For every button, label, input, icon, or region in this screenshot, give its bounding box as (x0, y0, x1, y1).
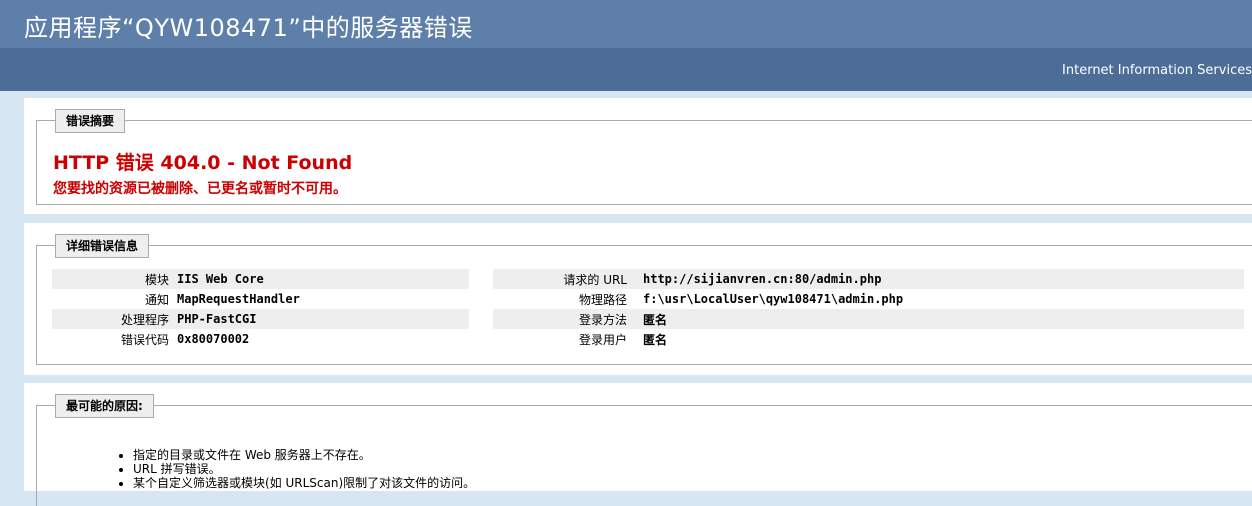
detail-value: http://sijianvren.cn:80/admin.php (635, 269, 1244, 289)
details-left-table: 模块 IIS Web Core 通知 MapRequestHandler 处理程… (52, 269, 469, 349)
detail-value: 0x80070002 (177, 332, 250, 346)
detail-value: 匿名 (635, 309, 1244, 329)
detail-label: 错误代码 (120, 332, 169, 347)
detail-row: 通知 MapRequestHandler (52, 289, 469, 309)
detail-label: 模块 (52, 269, 177, 289)
detail-row: 错误代码 0x80070002 (52, 329, 469, 349)
summary-fieldset: 错误摘要 HTTP 错误 404.0 - Not Found 您要找的资源已被删… (36, 109, 1252, 205)
detail-label: 通知 (144, 292, 169, 307)
detail-value: f:\usr\LocalUser\qyw108471\admin.php (643, 292, 904, 306)
detail-value: MapRequestHandler (177, 292, 300, 306)
detail-label: 登录用户 (578, 332, 627, 347)
error-description: 您要找的资源已被删除、已更名或暂时不可用。 (53, 181, 347, 197)
summary-legend: 错误摘要 (55, 109, 126, 133)
product-bar: Internet Information Services (0, 49, 1252, 91)
details-legend: 详细错误信息 (55, 234, 150, 258)
causes-legend: 最可能的原因: (55, 394, 154, 418)
detail-row: 请求的 URL http://sijianvren.cn:80/admin.ph… (493, 269, 1244, 289)
detail-row: 登录用户 匿名 (493, 329, 1244, 349)
product-name: Internet Information Services (1062, 63, 1252, 78)
list-item: 指定的目录或文件在 Web 服务器上不存在。 (133, 448, 475, 462)
list-item: 某个自定义筛选器或模块(如 URLScan)限制了对该文件的访问。 (133, 476, 475, 490)
detail-value: IIS Web Core (177, 269, 469, 289)
list-item: URL 拼写错误。 (133, 462, 475, 476)
detail-label: 物理路径 (578, 292, 627, 307)
causes-panel: 最可能的原因: 指定的目录或文件在 Web 服务器上不存在。 URL 拼写错误。… (24, 383, 1252, 506)
detail-value: 匿名 (643, 332, 668, 347)
detail-label: 请求的 URL (493, 269, 635, 289)
page-title: 应用程序“QYW108471”中的服务器错误 (24, 14, 473, 42)
details-fieldset: 详细错误信息 模块 IIS Web Core 通知 MapRequestHand… (36, 234, 1252, 365)
detail-row: 登录方法 匿名 (493, 309, 1244, 329)
detail-value: PHP-FastCGI (177, 309, 469, 329)
details-right-table: 请求的 URL http://sijianvren.cn:80/admin.ph… (493, 269, 1244, 349)
details-panel: 详细错误信息 模块 IIS Web Core 通知 MapRequestHand… (24, 223, 1252, 375)
detail-row: 物理路径 f:\usr\LocalUser\qyw108471\admin.ph… (493, 289, 1244, 309)
detail-row: 模块 IIS Web Core (52, 269, 469, 289)
detail-label: 登录方法 (493, 309, 635, 329)
causes-list: 指定的目录或文件在 Web 服务器上不存在。 URL 拼写错误。 某个自定义筛选… (117, 448, 475, 490)
title-bar: 应用程序“QYW108471”中的服务器错误 (0, 0, 1252, 49)
error-title: HTTP 错误 404.0 - Not Found (53, 152, 353, 174)
detail-row: 处理程序 PHP-FastCGI (52, 309, 469, 329)
detail-label: 处理程序 (52, 309, 177, 329)
summary-panel: 错误摘要 HTTP 错误 404.0 - Not Found 您要找的资源已被删… (24, 98, 1252, 214)
